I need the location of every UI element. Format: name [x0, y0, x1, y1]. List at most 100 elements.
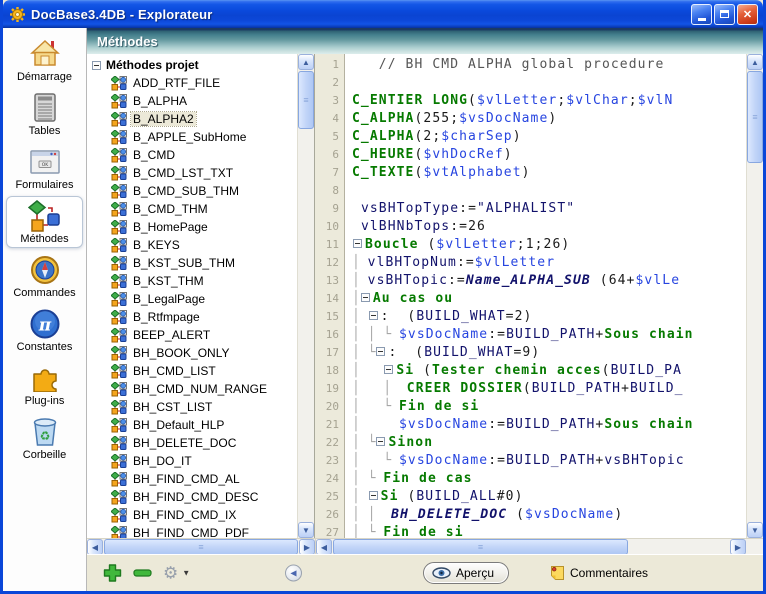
code-line[interactable]: │ Si (Tester chemin acces(BUILD_PA — [352, 362, 746, 380]
code-line[interactable]: C_ALPHA(2;$charSep) — [352, 128, 746, 146]
code-line[interactable]: C_ALPHA(255;$vsDocName) — [352, 110, 746, 128]
preview-button[interactable]: Aperçu — [423, 562, 509, 584]
tree-vertical-scrollbar[interactable]: ▲ ▼ — [297, 54, 314, 538]
comments-button[interactable]: Commentaires — [550, 565, 648, 581]
tree-item[interactable]: B_KST_SUB_THM — [87, 254, 297, 272]
scroll-down-button[interactable]: ▼ — [298, 522, 314, 538]
scroll-up-button[interactable]: ▲ — [747, 54, 763, 70]
tree-item[interactable]: B_LegalPage — [87, 290, 297, 308]
code-line[interactable]: │ └ Fin de cas — [352, 470, 746, 488]
tree-item[interactable]: B_CMD_SUB_THM — [87, 182, 297, 200]
tree-item[interactable]: B_CMD — [87, 146, 297, 164]
tree-item[interactable]: B_ALPHA2 — [87, 110, 297, 128]
editor-scroll-track[interactable] — [747, 164, 763, 522]
fold-minus-icon[interactable] — [369, 491, 378, 500]
scroll-right-button[interactable]: ▶ — [299, 539, 315, 555]
fold-minus-icon[interactable] — [353, 239, 362, 248]
tree-item[interactable]: BH_FIND_CMD_DESC — [87, 488, 297, 506]
code-line[interactable]: │ │ CREER DOSSIER(BUILD_PATH+BUILD_ — [352, 380, 746, 398]
editor-horizontal-scrollbar[interactable]: ◀ ▶ — [315, 539, 746, 555]
tree-item[interactable]: B_Rtfmpage — [87, 308, 297, 326]
fold-minus-icon[interactable] — [361, 293, 370, 302]
tree-item[interactable]: BEEP_ALERT — [87, 326, 297, 344]
tree-item[interactable]: BH_CST_LIST — [87, 398, 297, 416]
scroll-down-button[interactable]: ▼ — [747, 522, 763, 538]
code-line[interactable]: │ vlBHTopNum:=$vlLetter — [352, 254, 746, 272]
close-button[interactable]: ✕ — [737, 4, 758, 25]
code-line[interactable]: │ └ Fin de si — [352, 398, 746, 416]
code-line[interactable]: Boucle ($vlLetter;1;26) — [352, 236, 746, 254]
tree-item[interactable]: BH_CMD_LIST — [87, 362, 297, 380]
sidebar-item-demarrage[interactable]: Démarrage — [6, 34, 83, 86]
code-line[interactable] — [352, 74, 746, 92]
tree-root[interactable]: Méthodes projet — [87, 56, 297, 74]
sidebar-item-tables[interactable]: Tables — [6, 88, 83, 140]
options-menu-button[interactable]: ⚙▼ — [163, 565, 190, 582]
tree-item[interactable]: BH_DELETE_DOC — [87, 434, 297, 452]
code-line[interactable] — [352, 182, 746, 200]
tree-item[interactable]: B_APPLE_SubHome — [87, 128, 297, 146]
tree-item[interactable]: BH_FIND_CMD_PDF — [87, 524, 297, 538]
tree-item[interactable]: BH_FIND_CMD_IX — [87, 506, 297, 524]
collapse-expander-icon[interactable] — [92, 61, 101, 70]
code-line[interactable]: C_ENTIER LONG($vlLetter;$vlChar;$vlN — [352, 92, 746, 110]
fold-minus-icon[interactable] — [384, 365, 393, 374]
tree-item[interactable]: BH_Default_HLP — [87, 416, 297, 434]
code-line[interactable]: │ └ $vsDocName:=BUILD_PATH+vsBHTopic — [352, 452, 746, 470]
code-line[interactable]: vlBHNbTops:=26 — [352, 218, 746, 236]
code-line[interactable]: │ $vsDocName:=BUILD_PATH+Sous chain — [352, 416, 746, 434]
delete-method-button[interactable] — [133, 569, 152, 577]
tree-item[interactable]: B_ALPHA — [87, 92, 297, 110]
editor-hscroll-thumb[interactable] — [333, 539, 628, 555]
sidebar-item-corbeille[interactable]: ♻Corbeille — [6, 412, 83, 464]
editor-vertical-scrollbar[interactable]: ▲ ▼ — [746, 54, 763, 538]
tree-item[interactable]: BH_FIND_CMD_AL — [87, 470, 297, 488]
code-line[interactable]: C_TEXTE($vtAlphabet) — [352, 164, 746, 182]
fold-minus-icon[interactable] — [376, 347, 385, 356]
editor-hscroll-track[interactable] — [629, 539, 730, 555]
sidebar-item-plug-ins[interactable]: Plug-ins — [6, 358, 83, 410]
fold-minus-icon[interactable] — [369, 311, 378, 320]
code-line[interactable]: │ │ └ $vsDocName:=BUILD_PATH+Sous chain — [352, 326, 746, 344]
tree-item[interactable]: BH_BOOK_ONLY — [87, 344, 297, 362]
code-line[interactable]: │ │ BH_DELETE_DOC ($vsDocName) — [352, 506, 746, 524]
editor-scroll-thumb[interactable] — [747, 71, 763, 163]
code-line[interactable]: │ └Sinon — [352, 434, 746, 452]
tree-horizontal-scrollbar[interactable]: ◀ ▶ — [87, 539, 315, 555]
tree-item[interactable]: B_KEYS — [87, 236, 297, 254]
scroll-up-button[interactable]: ▲ — [298, 54, 314, 70]
code-line[interactable]: vsBHTopType:="ALPHALIST" — [352, 200, 746, 218]
tree-item[interactable]: B_CMD_LST_TXT — [87, 164, 297, 182]
sidebar-item-formulaires[interactable]: OKFormulaires — [6, 142, 83, 194]
code-token: │ └ — [352, 435, 375, 450]
code-area[interactable]: // BH CMD ALPHA global procedure C_ENTIER… — [345, 54, 763, 538]
tree-item[interactable]: B_KST_THM — [87, 272, 297, 290]
sidebar-item-commandes[interactable]: Commandes — [6, 250, 83, 302]
tree-scroll-thumb[interactable] — [298, 71, 314, 129]
minimize-button[interactable] — [691, 4, 712, 25]
collapse-panel-button[interactable]: ◀ — [285, 565, 302, 582]
code-line[interactable]: │ └ Fin de si — [352, 524, 746, 538]
title-bar[interactable]: DocBase3.4DB - Explorateur ✕ — [3, 0, 763, 28]
sidebar-item-methodes[interactable]: Méthodes — [6, 196, 83, 248]
code-line[interactable]: │ └: (BUILD_WHAT=9) — [352, 344, 746, 362]
tree-scroll-track[interactable] — [298, 130, 314, 522]
scroll-left-button[interactable]: ◀ — [87, 539, 103, 555]
tree-item[interactable]: B_HomePage — [87, 218, 297, 236]
fold-minus-icon[interactable] — [376, 437, 385, 446]
code-line[interactable]: │ vsBHTopic:=Name_ALPHA_SUB (64+$vlLe — [352, 272, 746, 290]
code-line[interactable]: // BH CMD ALPHA global procedure — [352, 56, 746, 74]
code-line[interactable]: │Au cas ou — [352, 290, 746, 308]
add-method-button[interactable] — [103, 564, 122, 583]
code-line[interactable]: │ Si (BUILD_ALL#0) — [352, 488, 746, 506]
tree-hscroll-thumb[interactable] — [104, 539, 298, 555]
sidebar-item-constantes[interactable]: πConstantes — [6, 304, 83, 356]
tree-item[interactable]: BH_DO_IT — [87, 452, 297, 470]
tree-item[interactable]: B_CMD_THM — [87, 200, 297, 218]
code-line[interactable]: C_HEURE($vhDocRef) — [352, 146, 746, 164]
tree-item[interactable]: ADD_RTF_FILE — [87, 74, 297, 92]
code-line[interactable]: │ : (BUILD_WHAT=2) — [352, 308, 746, 326]
scroll-right-button[interactable]: ▶ — [730, 539, 746, 555]
maximize-button[interactable] — [714, 4, 735, 25]
tree-item[interactable]: BH_CMD_NUM_RANGE — [87, 380, 297, 398]
